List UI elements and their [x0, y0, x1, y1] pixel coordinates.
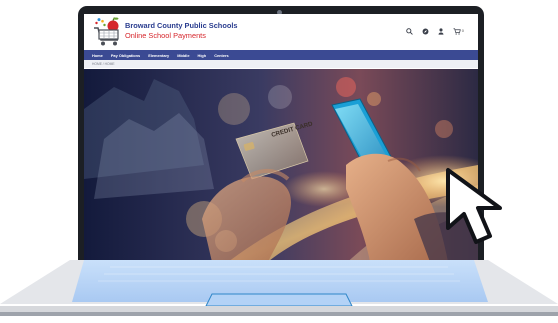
breadcrumb-bar: HOME / HOME: [84, 60, 478, 68]
user-icon[interactable]: [438, 28, 444, 35]
site-logo[interactable]: [92, 16, 122, 48]
nav-pay-obligations[interactable]: Pay Obligations: [111, 53, 140, 58]
site-subtitle: Online School Payments: [125, 31, 206, 40]
site-name: Broward County Public Schools: [125, 21, 238, 30]
cart-button[interactable]: 0: [453, 28, 464, 35]
cart-icon: [453, 28, 461, 35]
breadcrumb[interactable]: HOME / HOME: [92, 62, 115, 66]
hero-image: CREDIT CARD: [84, 69, 478, 262]
search-icon[interactable]: [406, 28, 413, 35]
compass-icon[interactable]: [422, 28, 429, 35]
nav-centers[interactable]: Centers: [214, 53, 229, 58]
mouse-pointer-icon: [446, 168, 502, 244]
header-icons: 0: [406, 28, 464, 35]
laptop-screen: Broward County Public Schools Online Sch…: [84, 14, 478, 262]
site-header: Broward County Public Schools Online Sch…: [84, 14, 478, 50]
nav-elementary[interactable]: Elementary: [148, 53, 169, 58]
main-nav: Home Pay Obligations Elementary Middle H…: [84, 50, 478, 60]
laptop-lid: Broward County Public Schools Online Sch…: [78, 6, 484, 266]
nav-middle[interactable]: Middle: [177, 53, 189, 58]
cart-count: 0: [461, 28, 464, 33]
nav-high[interactable]: High: [198, 53, 207, 58]
laptop-base: [0, 260, 558, 316]
nav-home[interactable]: Home: [92, 53, 103, 58]
touchpad[interactable]: [205, 293, 353, 307]
